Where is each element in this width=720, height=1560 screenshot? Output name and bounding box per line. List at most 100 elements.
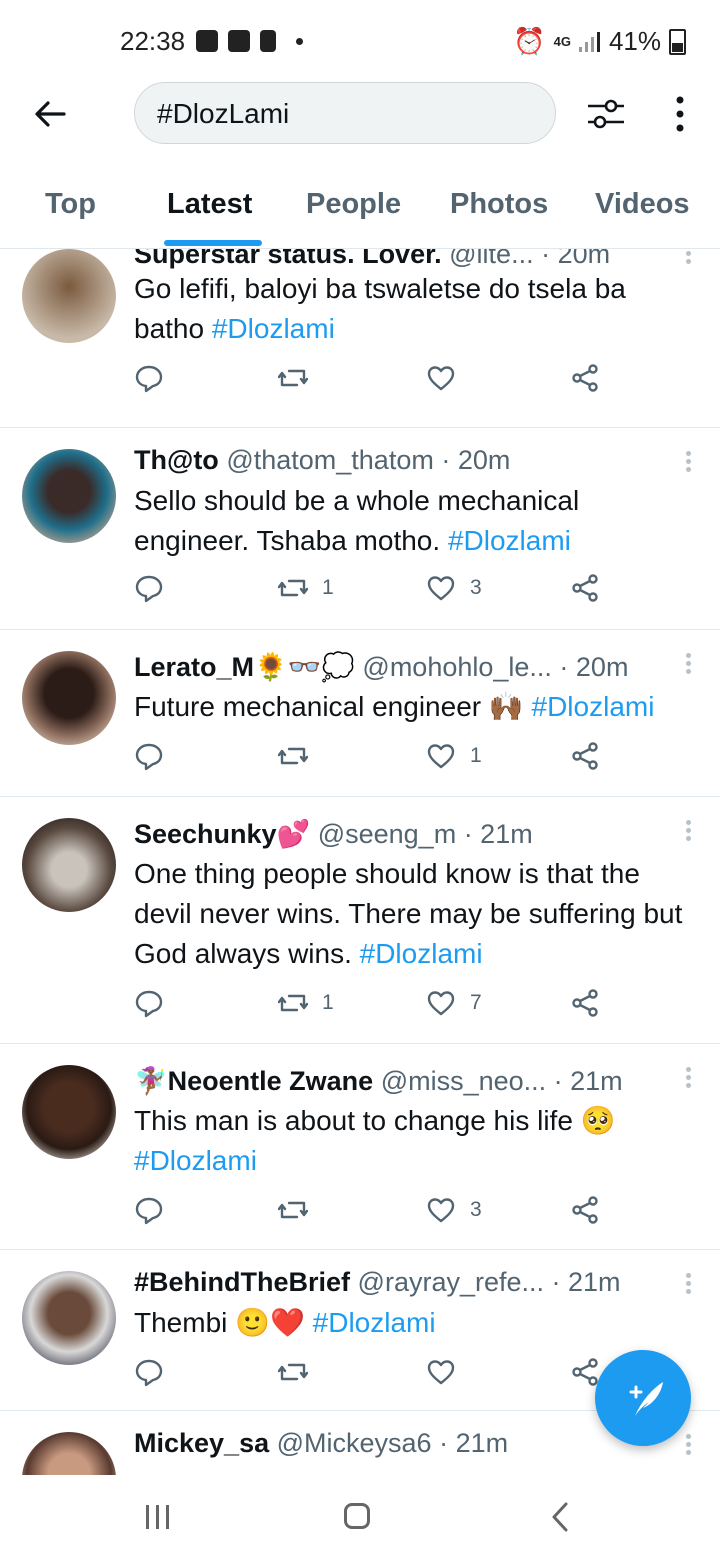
hashtag-link[interactable]: #Dlozlami	[313, 1307, 436, 1338]
like-count: 3	[470, 576, 482, 599]
heart-icon	[427, 991, 455, 1016]
share-icon	[572, 742, 598, 770]
avatar[interactable]	[22, 1065, 116, 1159]
like-button[interactable]	[426, 1357, 470, 1387]
status-right: ⏰ 4G 41%	[513, 26, 686, 57]
avatar[interactable]	[22, 651, 116, 745]
tweet-time: · 20m	[433, 445, 511, 475]
more-notifications-icon	[296, 37, 303, 45]
tweet-header: Lerato_M🌻👓💭 @mohohlo_le... · 20m	[134, 651, 674, 683]
like-button[interactable]: 3	[426, 573, 482, 603]
recent-apps-icon[interactable]	[144, 1504, 172, 1530]
retweet-count: 1	[322, 576, 334, 599]
share-button[interactable]	[570, 363, 600, 393]
retweet-button[interactable]: 1	[278, 573, 334, 603]
tweet-text: This man is about to change his life 🥺 #…	[134, 1101, 694, 1181]
nav-back-icon[interactable]	[550, 1502, 570, 1532]
tweet-actions: 13	[134, 573, 614, 613]
tweet-menu-icon[interactable]	[686, 451, 692, 475]
tweet[interactable]: Seechunky💕 @seeng_m · 21m One thing peop…	[0, 796, 720, 1044]
hashtag-link[interactable]: #Dlozlami	[532, 691, 655, 722]
reply-button[interactable]	[134, 1357, 164, 1387]
back-arrow-icon[interactable]	[32, 96, 68, 132]
tweet[interactable]: Lerato_M🌻👓💭 @mohohlo_le... · 20m Future …	[0, 629, 720, 797]
reply-button[interactable]	[134, 573, 164, 603]
author-name[interactable]: #BehindTheBrief	[134, 1267, 350, 1297]
avatar[interactable]	[22, 818, 116, 912]
hashtag-link[interactable]: #Dlozlami	[360, 938, 483, 969]
tab-people[interactable]: People	[306, 188, 401, 221]
reply-icon	[135, 365, 163, 393]
author-handle: @miss_neo...	[380, 1066, 547, 1096]
like-button[interactable]: 1	[426, 741, 482, 771]
home-icon[interactable]	[344, 1503, 370, 1529]
author-name[interactable]: Th@to	[134, 445, 219, 475]
like-button[interactable]: 7	[426, 988, 482, 1018]
retweet-button[interactable]	[278, 741, 322, 771]
tweet-actions: 3	[134, 1195, 614, 1235]
hashtag-link[interactable]: #Dlozlami	[212, 313, 335, 344]
share-button[interactable]	[570, 741, 600, 771]
tweet[interactable]: 🧚🏾‍♀️Neoentle Zwane @miss_neo... · 21m T…	[0, 1043, 720, 1250]
retweet-icon	[278, 1201, 308, 1219]
tweet-menu-icon[interactable]	[686, 820, 692, 844]
like-button[interactable]	[426, 363, 470, 393]
tweet-menu-icon[interactable]	[686, 1067, 692, 1091]
compose-tweet-button[interactable]	[595, 1350, 691, 1446]
avatar[interactable]	[22, 1271, 116, 1365]
heart-icon	[427, 576, 455, 601]
author-name[interactable]: Mickey_sa	[134, 1428, 269, 1458]
author-handle: @Mickeysa6	[276, 1428, 432, 1458]
tweet-actions	[134, 363, 614, 403]
reply-button[interactable]	[134, 1195, 164, 1225]
share-button[interactable]	[570, 573, 600, 603]
tweet[interactable]: Superstar status. Lover. @lite... · 20m …	[0, 249, 720, 428]
hashtag-link[interactable]: #Dlozlami	[448, 525, 571, 556]
reply-button[interactable]	[134, 741, 164, 771]
author-handle: @seeng_m	[317, 819, 457, 849]
avatar[interactable]	[22, 1432, 116, 1475]
tab-top[interactable]: Top	[45, 188, 96, 221]
like-button[interactable]: 3	[426, 1195, 482, 1225]
avatar[interactable]	[22, 249, 116, 343]
tweet-text: One thing people should know is that the…	[134, 854, 694, 974]
tweet-header: Seechunky💕 @seeng_m · 21m	[134, 818, 674, 850]
tab-latest[interactable]: Latest	[167, 188, 252, 221]
hashtag-link[interactable]: #Dlozlami	[134, 1145, 257, 1176]
tweet-text: Go lefifi, baloyi ba tswaletse do tsela …	[134, 269, 694, 349]
tweet-text: Sello should be a whole mechanical engin…	[134, 481, 694, 561]
tweet-menu-icon[interactable]	[686, 1273, 692, 1297]
tab-videos[interactable]: Videos	[595, 188, 690, 221]
share-button[interactable]	[570, 1195, 600, 1225]
heart-icon	[427, 744, 455, 769]
reply-icon	[135, 743, 163, 771]
search-input[interactable]	[155, 97, 539, 131]
reply-button[interactable]	[134, 363, 164, 393]
tab-photos[interactable]: Photos	[450, 188, 548, 221]
sim-card-icon	[260, 30, 276, 52]
retweet-button[interactable]	[278, 1195, 322, 1225]
tweet-header: Th@to @thatom_thatom · 20m	[134, 445, 674, 476]
tweet[interactable]: Th@to @thatom_thatom · 20m Sello should …	[0, 427, 720, 630]
reply-icon	[135, 575, 163, 603]
tweet-body: Thembi 🙂❤️	[134, 1307, 313, 1338]
retweet-button[interactable]	[278, 1357, 322, 1387]
search-box[interactable]	[134, 82, 556, 144]
tweet-header: Superstar status. Lover. @lite... · 20m	[134, 249, 674, 270]
author-name[interactable]: 🧚🏾‍♀️Neoentle Zwane	[134, 1066, 373, 1096]
heart-icon	[427, 1360, 455, 1385]
search-filter-icon[interactable]	[586, 94, 626, 134]
retweet-button[interactable]	[278, 363, 322, 393]
like-count: 1	[470, 744, 482, 767]
author-name[interactable]: Superstar status. Lover.	[134, 249, 442, 269]
avatar[interactable]	[22, 449, 116, 543]
reply-button[interactable]	[134, 988, 164, 1018]
retweet-button[interactable]: 1	[278, 988, 334, 1018]
more-options-icon[interactable]	[666, 94, 694, 134]
tweet-body: This man is about to change his life 🥺	[134, 1105, 616, 1136]
tweet-menu-icon[interactable]	[686, 653, 692, 677]
share-button[interactable]	[570, 988, 600, 1018]
author-name[interactable]: Seechunky💕	[134, 819, 310, 849]
tweet-menu-icon[interactable]	[686, 249, 692, 267]
author-name[interactable]: Lerato_M🌻👓💭	[134, 652, 355, 682]
